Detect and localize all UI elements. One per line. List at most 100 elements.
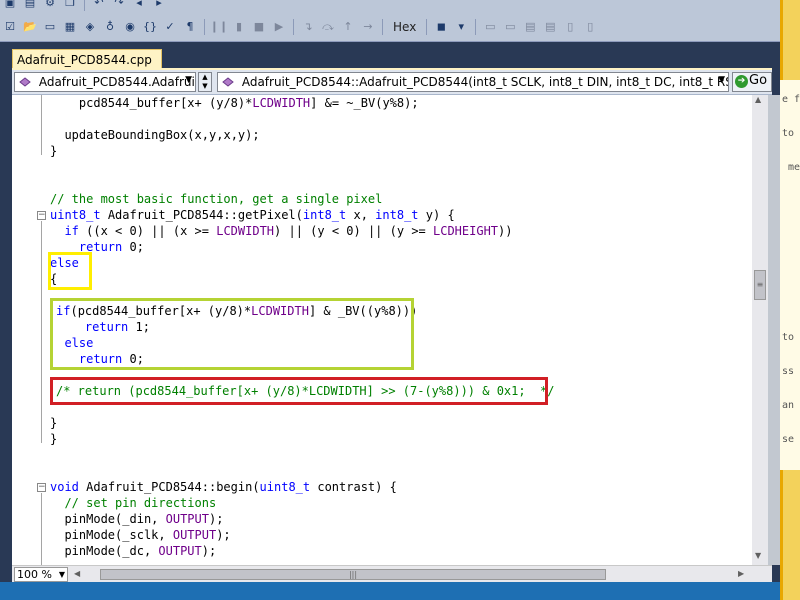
pause-icon[interactable]: ❙❙ [210, 18, 228, 36]
background-text: an [782, 400, 795, 411]
nav-back-icon[interactable]: ◂ [130, 0, 148, 12]
toolbar-separator [84, 0, 85, 11]
code-keyword: if [64, 224, 79, 238]
highlight-box-green [50, 298, 414, 370]
scroll-down-icon[interactable]: ▼ [755, 551, 761, 560]
chevron-down-icon[interactable]: ▼ [59, 568, 65, 581]
code-keyword: uint8_t [259, 480, 311, 494]
code-macro: LCDWIDTH [216, 224, 275, 238]
member-dropdown[interactable]: Adafruit_PCD8544::Adafruit_PCD8544(int8_… [217, 72, 729, 92]
background-text: e f [782, 94, 800, 105]
indent-icon[interactable]: ▤ [521, 18, 539, 36]
step-out-icon[interactable]: ↑ [339, 18, 357, 36]
background-text: ss [782, 366, 795, 377]
go-button[interactable]: ➔ Go [732, 72, 772, 92]
continue-icon[interactable]: ▶ [270, 18, 288, 36]
scope-dropdown[interactable]: Adafruit_PCD8544.Adafruit_ ▼ [14, 72, 196, 92]
breakpoint-icon[interactable]: ◼ [432, 18, 450, 36]
toolbar-separator [293, 18, 294, 35]
code-line: if ((x < 0) || (x >= LCDWIDTH) || (y < 0… [50, 223, 752, 239]
code-text: updateBoundingBox(x,y,x,y); [64, 128, 260, 142]
code-keyword: void [50, 480, 79, 494]
code-line: } [50, 415, 752, 431]
horizontal-scroll-thumb[interactable]: ||| [100, 569, 606, 580]
step-into-icon[interactable]: ↴ [299, 18, 317, 36]
go-label: Go [749, 73, 768, 88]
code-text: } [50, 432, 58, 446]
tab-adafruit-pcd8544-cpp[interactable]: Adafruit_PCD8544.cpp [12, 49, 162, 70]
nav-forward-icon[interactable]: ▸ [150, 0, 168, 12]
code-keyword: int8_t [302, 208, 347, 222]
code-macro: OUTPUT [165, 512, 209, 526]
undo-icon[interactable]: ↶ [90, 0, 108, 12]
spin-down-icon[interactable]: ▼ [199, 82, 211, 91]
splitter-strip [768, 95, 780, 565]
chevron-down-icon[interactable]: ▾ [452, 18, 470, 36]
code-text: uint8_t Adafruit_PCD8544::getPixel(int8_… [50, 208, 455, 222]
redo-icon[interactable]: ↷ [110, 0, 128, 12]
code-line: updateBoundingBox(x,y,x,y); [50, 127, 752, 143]
code-text: pinMode(_sclk, OUTPUT); [64, 528, 231, 542]
code-line-comment: // set pin directions [50, 495, 752, 511]
show-next-icon[interactable]: → [359, 18, 377, 36]
build-icon[interactable]: ⚙ [41, 0, 59, 12]
scope-spinner[interactable]: ▲ ▼ [198, 72, 212, 92]
braces-icon[interactable]: {} [141, 18, 159, 36]
pin-icon[interactable]: ♁ [101, 18, 119, 36]
stop-icon[interactable]: ■ [250, 18, 268, 36]
code-macro: OUTPUT [158, 544, 202, 558]
collapse-icon[interactable]: − [37, 483, 46, 492]
go-arrow-icon: ➔ [735, 75, 748, 88]
comment-icon[interactable]: ▭ [481, 18, 499, 36]
checklist-icon[interactable]: ☑ [1, 18, 19, 36]
spell-check-icon[interactable]: ✓ [161, 18, 179, 36]
solution-icon[interactable]: ▣ [1, 0, 19, 12]
grid-icon[interactable]: ▦ [61, 18, 79, 36]
chevron-down-icon[interactable]: ▼ [718, 75, 725, 85]
vertical-scroll-thumb[interactable]: ≡ [754, 270, 766, 300]
code-keyword: uint8_t [50, 208, 101, 222]
open-folder-icon[interactable]: 📂 [21, 18, 39, 36]
outline-guide [41, 493, 42, 565]
toolbar-row-2: ☑ 📂 ▭ ▦ ◈ ♁ ◉ {} ✓ ¶ ❙❙ ▮ ■ ▶ ↴ ⤼ ↑ → He… [0, 16, 780, 37]
copy-icon[interactable]: ❐ [61, 0, 79, 12]
toolbar-separator [426, 18, 428, 35]
scroll-right-icon[interactable]: ▶ [738, 569, 744, 578]
outdent-icon[interactable]: ▤ [541, 18, 559, 36]
format-icon[interactable]: ¶ [181, 18, 199, 36]
tab-label: Adafruit_PCD8544.cpp [17, 53, 152, 67]
code-line: pinMode(_dc, OUTPUT); [50, 543, 752, 559]
scroll-left-icon[interactable]: ◀ [74, 569, 80, 578]
hex-button[interactable]: Hex [387, 17, 422, 37]
code-editor[interactable]: − − pcd8544_buffer[x+ (y/8)*LCDWIDTH] &=… [12, 95, 752, 565]
code-line: return 0; [50, 239, 752, 255]
scroll-up-icon[interactable]: ▲ [755, 95, 761, 104]
navigation-bar: Adafruit_PCD8544.Adafruit_ ▼ ▲ ▼ Adafrui… [12, 70, 772, 95]
zoom-dropdown[interactable]: 100 % ▼ [14, 567, 68, 582]
code-line: pinMode(_din, OUTPUT); [50, 511, 752, 527]
code-macro: LCDHEIGHT [433, 224, 499, 238]
highlight-box-yellow [48, 252, 92, 290]
properties-icon[interactable]: ◉ [121, 18, 139, 36]
step-over-icon[interactable]: ⤼ [319, 18, 337, 36]
chevron-down-icon[interactable]: ▼ [185, 75, 192, 85]
window-icon[interactable]: ▤ [21, 0, 39, 12]
code-line: } [50, 143, 752, 159]
collapse-icon[interactable]: − [37, 211, 46, 220]
code-text: // the most basic function, get a single… [50, 192, 383, 206]
background-text: me [788, 162, 800, 173]
code-text: // set pin directions [50, 496, 217, 510]
bookmark-next-icon[interactable]: ▯ [581, 18, 599, 36]
member-value: Adafruit_PCD8544::Adafruit_PCD8544(int8_… [241, 75, 729, 89]
bookmark-icon[interactable]: ▯ [561, 18, 579, 36]
document-tab-strip: Adafruit_PCD8544.cpp [0, 42, 780, 70]
vertical-scrollbar[interactable]: ▲ ≡ ▼ [752, 95, 768, 565]
spin-up-icon[interactable]: ▲ [199, 73, 211, 82]
folder-icon[interactable]: ▭ [41, 18, 59, 36]
status-bar [0, 582, 780, 600]
class-icon[interactable]: ◈ [81, 18, 99, 36]
break-all-icon[interactable]: ▮ [230, 18, 248, 36]
code-line: else [50, 255, 752, 271]
uncomment-icon[interactable]: ▭ [501, 18, 519, 36]
background-text: se [782, 434, 795, 445]
